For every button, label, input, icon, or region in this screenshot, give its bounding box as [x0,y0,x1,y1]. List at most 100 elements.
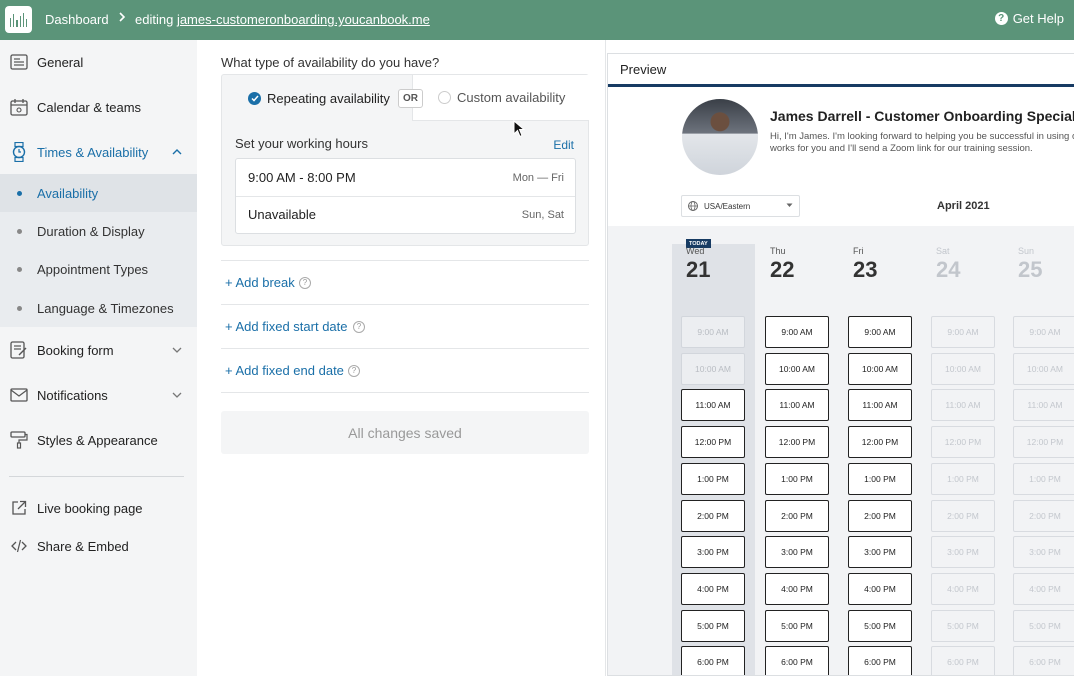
time-slot-button[interactable]: 9:00 AM [848,316,912,348]
breadcrumb-dashboard[interactable]: Dashboard [45,12,109,27]
day-header: Fri 23 [853,246,923,283]
save-status: All changes saved [221,411,589,454]
editing-prefix: editing [135,12,174,27]
timezone-value: USA/Eastern [704,201,751,211]
booking-page-link[interactable]: james-customeronboarding.youcanbook.me [177,12,430,27]
add-break-link[interactable]: + Add break [225,275,295,290]
working-hours-list: 9:00 AM - 8:00 PM Mon — Fri Unavailable … [235,158,576,234]
time-slot-button[interactable]: 4:00 PM [681,572,745,605]
external-link-icon [9,498,29,518]
day-header: Sat 24 [936,246,1006,283]
get-help-button[interactable]: ? Get Help [994,11,1064,26]
sidebar-subitem-appointment-types[interactable]: Appointment Types [0,250,197,288]
add-end-date-link[interactable]: + Add fixed end date [225,363,344,378]
chevron-down-icon[interactable] [172,345,182,355]
sidebar-item-booking-form[interactable]: Booking form [0,329,197,371]
time-slot-button: 10:00 AM [931,352,995,385]
help-circle-icon[interactable]: ? [348,364,360,377]
hours-row: 9:00 AM - 8:00 PM Mon — Fri [236,159,575,196]
sidebar-subitem-language[interactable]: Language & Timezones [0,289,197,327]
day-date: 25 [1018,257,1043,282]
time-slot-button: 9:00 AM [931,316,995,348]
time-slot-button[interactable]: 11:00 AM [848,389,912,422]
add-start-date-row: + Add fixed start date ? [221,304,589,348]
day-date: 21 [686,257,711,282]
sidebar-item-share-embed[interactable]: Share & Embed [0,525,197,567]
profile-name: James Darrell - Customer Onboarding Spec… [770,108,1074,124]
time-slot-button[interactable]: 10:00 AM [765,352,829,385]
sidebar-item-label: Styles & Appearance [37,432,158,448]
edit-hours-link[interactable]: Edit [553,138,574,152]
time-slot-button[interactable]: 3:00 PM [765,536,829,569]
time-slot-button[interactable]: 3:00 PM [848,536,912,569]
add-start-date-link[interactable]: + Add fixed start date [225,319,348,334]
time-slot-button: 6:00 PM [931,646,995,675]
sidebar-item-live-booking[interactable]: Live booking page [0,487,197,529]
time-slot-button[interactable]: 11:00 AM [681,389,745,422]
time-slot-button[interactable]: 11:00 AM [765,389,829,422]
time-slot-button[interactable]: 6:00 PM [848,646,912,675]
time-slot-button[interactable]: 2:00 PM [681,499,745,532]
time-slot-button[interactable]: 6:00 PM [765,646,829,675]
time-slot-button[interactable]: 2:00 PM [765,499,829,532]
sidebar-subitem-label: Availability [37,185,99,201]
get-help-label: Get Help [1012,11,1064,26]
time-slot-button: 5:00 PM [1013,609,1074,642]
time-slot-button[interactable]: 12:00 PM [681,426,745,459]
time-slot-button[interactable]: 3:00 PM [681,536,745,569]
profile-description-line: works for you and I'll send a Zoom link … [770,143,1033,154]
code-icon [9,536,29,556]
sidebar-subitem-label: Appointment Types [37,261,149,277]
time-slot-button[interactable]: 12:00 PM [848,426,912,459]
sidebar-item-label: Notifications [37,387,108,403]
sidebar-item-general[interactable]: General [0,41,197,83]
time-slot-button[interactable]: 2:00 PM [848,499,912,532]
sidebar-subitem-label: Duration & Display [37,223,145,239]
breadcrumb-editing: editing james-customeronboarding.youcanb… [135,12,430,27]
radio-checked-icon[interactable] [248,91,261,105]
working-hours-label: Set your working hours [235,136,368,151]
time-slot-button: 4:00 PM [1013,572,1074,605]
time-slot-button[interactable]: 4:00 PM [848,572,912,605]
custom-availability-option[interactable]: Custom availability [412,75,589,121]
app-logo-icon[interactable] [5,6,32,33]
booking-preview: Preview James Darrell - Customer Onboard… [607,53,1074,676]
time-slot-button: 12:00 PM [931,426,995,459]
add-break-row: + Add break ? [221,260,589,304]
time-slot-button[interactable]: 4:00 PM [765,572,829,605]
time-slot-button[interactable]: 6:00 PM [681,646,745,675]
custom-availability-label: Custom availability [457,90,566,105]
paint-roller-icon [9,430,29,450]
chevron-up-icon[interactable] [172,147,182,157]
calendar-grid: TODAY Wed 21 9:00 AM 10:00 AM 11:00 AM 12:00 … [608,226,1074,675]
sidebar-item-notifications[interactable]: Notifications [0,374,197,416]
chevron-down-icon[interactable] [172,390,182,400]
time-slot-button[interactable]: 12:00 PM [765,426,829,459]
repeating-availability-option[interactable]: Repeating availability [223,76,411,120]
help-circle-icon[interactable]: ? [353,320,365,333]
availability-question: What type of availability do you have? [221,55,440,70]
sidebar-subitem-availability[interactable]: Availability [0,174,197,212]
sidebar-item-styles[interactable]: Styles & Appearance [0,419,197,461]
time-slot-button[interactable]: 5:00 PM [848,609,912,642]
time-slot-button[interactable]: 5:00 PM [765,609,829,642]
timezone-select[interactable]: USA/Eastern [681,195,800,217]
help-circle-icon[interactable]: ? [299,276,311,289]
bullet-icon [17,305,22,311]
time-slot-button: 1:00 PM [1013,462,1074,495]
time-slot-button[interactable]: 1:00 PM [848,462,912,495]
time-slot-button[interactable]: 1:00 PM [681,462,745,495]
time-slot-button[interactable]: 9:00 AM [765,316,829,348]
caret-down-icon [786,203,793,207]
sidebar-item-times-availability[interactable]: Times & Availability [0,131,197,173]
help-icon: ? [994,12,1008,25]
form-icon [9,340,29,360]
time-slot-button[interactable]: 5:00 PM [681,609,745,642]
day-name: Thu [770,246,786,256]
time-slot-button: 9:00 AM [681,316,745,348]
sidebar-subitem-duration[interactable]: Duration & Display [0,212,197,250]
radio-unchecked-icon[interactable] [438,91,451,104]
time-slot-button[interactable]: 1:00 PM [765,462,829,495]
sidebar-item-calendar[interactable]: Calendar & teams [0,86,197,128]
time-slot-button[interactable]: 10:00 AM [848,352,912,385]
